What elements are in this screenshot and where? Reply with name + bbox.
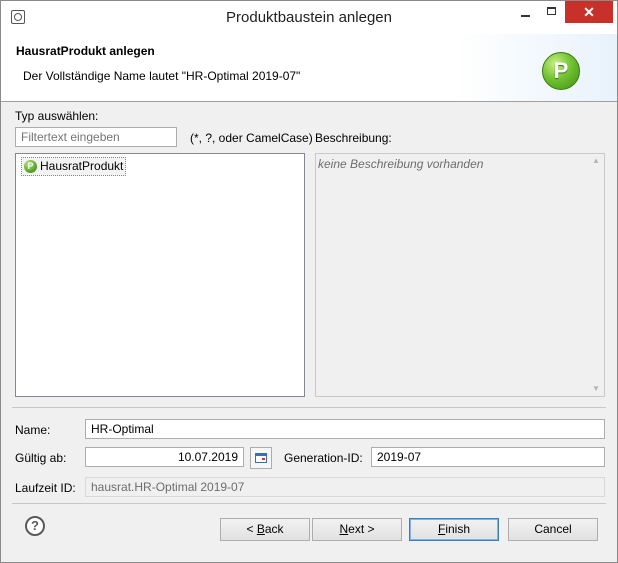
description-box: keine Beschreibung vorhanden ▲ ▼ [315,153,605,397]
valid-from-field[interactable]: 10.07.2019 [85,447,244,467]
product-type-icon: P [24,160,37,173]
back-rest: ack [264,522,284,536]
runtime-id-field: hausrat.HR-Optimal 2019-07 [85,477,605,497]
back-mnemonic: B [256,522,265,536]
description-text: keine Beschreibung vorhanden [318,157,484,171]
generation-label: Generation-ID: [284,451,363,465]
finish-rest: inish [445,522,471,536]
next-button[interactable]: Next > [312,518,402,541]
type-select-label: Typ auswählen: [15,109,99,123]
name-label: Name: [15,423,51,437]
filter-input[interactable] [15,127,177,147]
banner-message: Der Vollständige Name lautet "HR-Optimal… [23,69,301,83]
divider [12,407,606,408]
maximize-button[interactable] [539,1,565,23]
runtime-id-label: Laufzeit ID: [15,481,76,495]
name-field[interactable]: HR-Optimal [85,419,605,439]
dialog-window: Produktbaustein anlegen ✕ HausratProdukt… [0,0,618,563]
back-button[interactable]: < Back [220,518,310,541]
product-icon: P [542,52,580,90]
calendar-icon [255,453,267,463]
banner-decoration [457,34,617,101]
cancel-button[interactable]: Cancel [508,518,598,541]
banner-title: HausratProdukt anlegen [16,44,155,58]
list-item-hausratprodukt[interactable]: P HausratProdukt [21,157,127,176]
close-button[interactable]: ✕ [565,1,613,23]
title-bar[interactable]: Produktbaustein anlegen ✕ [1,1,617,34]
back-prefix: < [246,522,257,536]
valid-from-label: Gültig ab: [15,451,67,465]
filter-hint: (*, ?, oder CamelCase) [190,131,313,145]
divider [12,503,606,504]
minimize-button[interactable] [513,1,539,23]
scroll-down-icon[interactable]: ▼ [590,384,602,394]
next-mnemonic: N [339,522,349,536]
generation-field[interactable]: 2019-07 [371,447,605,467]
calendar-button[interactable] [250,447,272,469]
header-banner: HausratProdukt anlegen Der Vollständige … [1,34,617,102]
description-label: Beschreibung: [315,131,392,145]
help-icon[interactable]: ? [25,516,45,536]
type-list[interactable]: P HausratProdukt [15,153,305,397]
scroll-up-icon[interactable]: ▲ [590,156,602,166]
list-item-label: HausratProdukt [40,159,124,173]
next-rest: ext > [348,522,375,536]
finish-button[interactable]: Finish [409,518,499,541]
